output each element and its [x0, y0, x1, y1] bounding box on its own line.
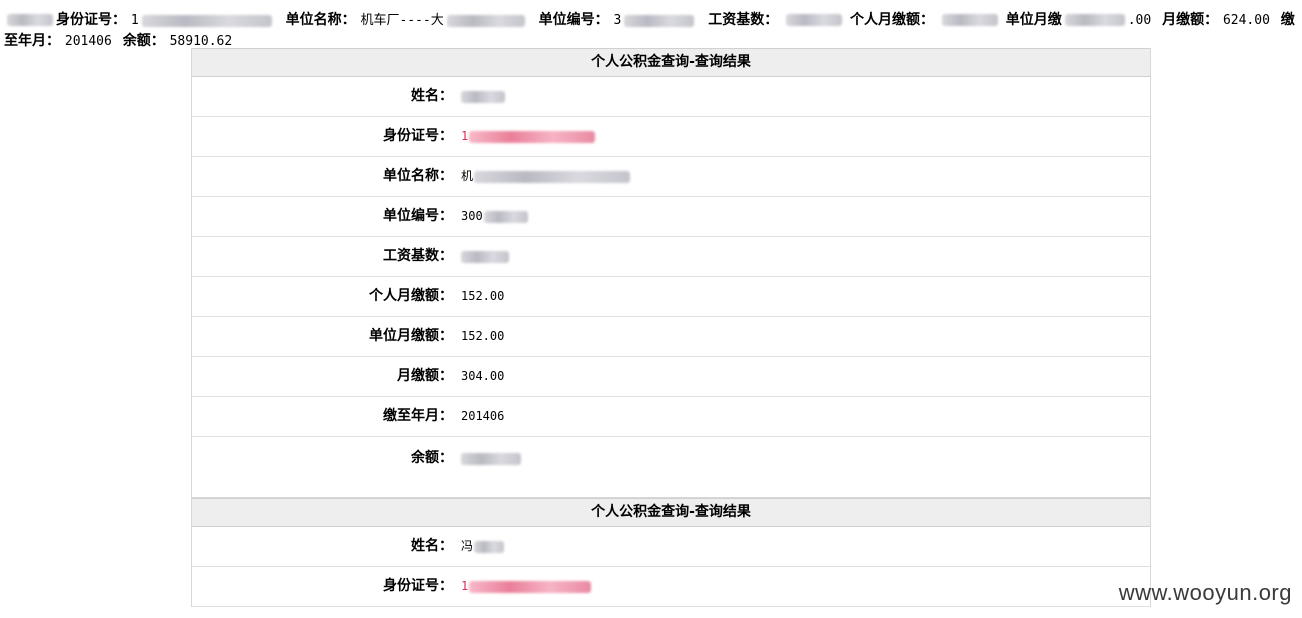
field-label: 余额：: [411, 450, 453, 466]
value-paidto: 201406: [64, 34, 112, 49]
label-personal: 个人月缴额：: [849, 12, 934, 28]
label-wagebase: 工资基数：: [708, 12, 779, 28]
field-label: 身份证号：: [383, 578, 453, 594]
value-unitname: 机车厂----大: [360, 13, 527, 28]
field-row-idcard: 身份证号： 1: [192, 117, 1150, 157]
field-row-balance: 余额：: [192, 437, 1150, 481]
field-value: 冯: [461, 527, 507, 566]
field-value: [461, 77, 508, 116]
summary-line: 身份证号： 1 单位名称： 机车厂----大 单位编号： 3 工资基数： 个人月…: [4, 10, 1300, 52]
field-value: 152.00: [461, 289, 505, 303]
redacted-wagebase: [786, 14, 843, 26]
field-row-personal: 个人月缴额： 152.00: [192, 277, 1150, 317]
field-label: 工资基数：: [383, 248, 453, 264]
field-value: [461, 437, 524, 479]
panel-title: 个人公积金查询-查询结果: [192, 48, 1150, 77]
field-row-idcard: 身份证号： 1: [192, 567, 1150, 607]
field-value: 304.00: [461, 369, 505, 383]
redacted-personal: [941, 14, 998, 26]
field-value: [461, 237, 512, 276]
field-label: 姓名：: [411, 88, 453, 104]
field-label: 缴至年月：: [383, 408, 453, 424]
field-label: 个人月缴额：: [369, 288, 453, 304]
label-idcard: 身份证号：: [56, 12, 126, 28]
field-row-paidto: 缴至年月： 201406: [192, 397, 1150, 437]
redacted-name: [7, 14, 53, 26]
value-unitmonthly: .00: [1127, 13, 1152, 28]
label-monthly: 月缴额：: [1162, 12, 1219, 28]
label-unitmonthly: 单位月缴: [1005, 12, 1062, 28]
value-monthly: 624.00: [1222, 13, 1270, 28]
value-unitno: 3: [614, 13, 698, 28]
field-value: 152.00: [461, 329, 505, 343]
field-label: 单位月缴额：: [369, 328, 453, 344]
field-label: 单位名称：: [383, 168, 453, 184]
field-row-unitno: 单位编号： 300: [192, 197, 1150, 237]
field-value: 1: [461, 117, 598, 156]
field-row-unitname: 单位名称： 机: [192, 157, 1150, 197]
value-idcard: 1: [131, 13, 275, 28]
label-balance: 余额：: [122, 33, 165, 49]
field-value: 机: [461, 157, 633, 196]
field-row-name: 姓名：: [192, 77, 1150, 117]
field-row-unitmonthly: 单位月缴额： 152.00: [192, 317, 1150, 357]
field-row-monthly: 月缴额： 304.00: [192, 357, 1150, 397]
result-panel-1: 个人公积金查询-查询结果 姓名： 身份证号： 1 单位名称： 机 单位编号： 3…: [191, 48, 1151, 498]
redacted-unitmonthly: [1064, 14, 1125, 26]
label-unitname: 单位名称：: [285, 12, 356, 28]
result-panel-2: 个人公积金查询-查询结果 姓名： 冯 身份证号： 1: [191, 498, 1151, 607]
field-label: 单位编号：: [383, 208, 453, 224]
label-unitno: 单位编号：: [538, 12, 609, 28]
field-value: 1: [461, 567, 594, 606]
value-balance: 58910.62: [169, 34, 233, 49]
panel-spacer: [192, 481, 1150, 498]
field-label: 身份证号：: [383, 128, 453, 144]
watermark-text: www.wooyun.org: [1118, 580, 1292, 605]
panel-title: 个人公积金查询-查询结果: [192, 498, 1150, 527]
field-label: 月缴额：: [397, 368, 453, 384]
field-row-name: 姓名： 冯: [192, 527, 1150, 567]
field-label: 姓名：: [411, 538, 453, 554]
field-value: 300: [461, 197, 531, 236]
field-value: 201406: [461, 409, 505, 423]
field-row-wagebase: 工资基数：: [192, 237, 1150, 277]
